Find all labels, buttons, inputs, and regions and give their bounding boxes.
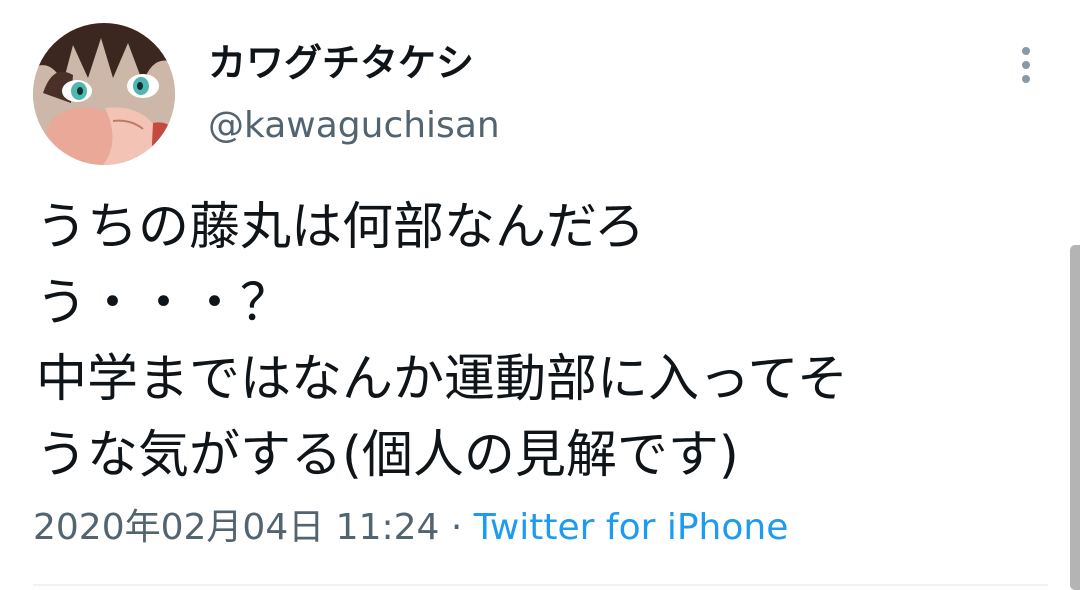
avatar[interactable] [33, 23, 175, 165]
tweet-source-link[interactable]: Twitter for iPhone [474, 507, 789, 548]
more-vertical-icon [1022, 47, 1030, 83]
author-handle[interactable]: @kawaguchisan [208, 103, 500, 149]
more-options-button[interactable] [1006, 40, 1046, 92]
tweet-metadata: 2020年02月04日 11:24 · Twitter for iPhone [33, 503, 788, 553]
tweet-timestamp[interactable]: 2020年02月04日 11:24 [33, 507, 439, 548]
tweet-text: うちの藤丸は何部なんだろ う・・・？ 中学まではなんか運動部に入ってそ うな気が… [36, 190, 1046, 494]
divider [33, 584, 1048, 586]
author-display-name[interactable]: カワグチタケシ [208, 38, 474, 88]
avatar-image [33, 23, 175, 165]
metadata-separator: · [450, 507, 463, 548]
tweet-text-line: う・・・？ [36, 274, 292, 333]
scrollbar[interactable] [1070, 245, 1080, 590]
tweet-text-line: うちの藤丸は何部なんだろ [36, 198, 645, 257]
tweet-text-line: 中学まではなんか運動部に入ってそ [36, 350, 848, 409]
tweet-text-line: うな気がする(個人の見解です) [36, 426, 739, 485]
